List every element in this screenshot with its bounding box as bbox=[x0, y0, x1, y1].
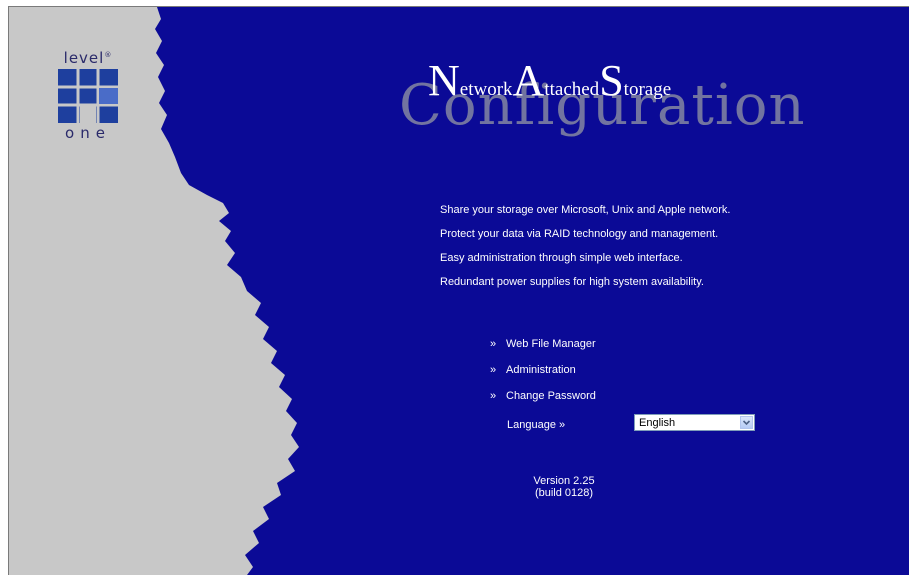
menu-link-web-file-manager[interactable]: » Web File Manager bbox=[490, 338, 596, 364]
product-title: Configuration NetworkAttachedStorage bbox=[399, 47, 859, 157]
menu-link-change-password[interactable]: » Change Password bbox=[490, 390, 596, 416]
version-info: Version 2.25 (build 0128) bbox=[499, 475, 629, 499]
menu-link-label: Administration bbox=[506, 364, 576, 376]
logo-word-level: level® bbox=[63, 49, 113, 67]
chevron-down-icon[interactable] bbox=[740, 416, 753, 429]
raquo-icon: » bbox=[490, 364, 497, 376]
version-number: Version 2.25 bbox=[533, 475, 595, 487]
menu-link-administration[interactable]: » Administration bbox=[490, 364, 596, 390]
build-number: (build 0128) bbox=[534, 487, 594, 499]
brand-logo: level® one bbox=[53, 47, 123, 141]
title-foreground: NetworkAttachedStorage bbox=[428, 56, 672, 105]
language-select-value: English bbox=[639, 417, 676, 429]
menu-link-label: Web File Manager bbox=[506, 338, 596, 350]
language-label: Language » bbox=[507, 419, 566, 431]
page-frame: level® one Configuration NetworkAttached… bbox=[8, 6, 909, 575]
feature-item: Redundant power supplies for high system… bbox=[440, 276, 704, 288]
levelone-logo-icon bbox=[58, 69, 118, 123]
raquo-icon: » bbox=[490, 390, 497, 402]
raquo-icon: » bbox=[490, 338, 497, 350]
logo-word-one: one bbox=[65, 124, 111, 142]
feature-item: Easy administration through simple web i… bbox=[440, 252, 683, 264]
feature-list: Share your storage over Microsoft, Unix … bbox=[440, 203, 730, 299]
main-menu: » Web File Manager » Administration » Chang… bbox=[490, 338, 596, 416]
feature-item: Protect your data via RAID technology an… bbox=[440, 228, 719, 240]
feature-item: Share your storage over Microsoft, Unix … bbox=[440, 204, 731, 216]
language-select[interactable]: English bbox=[634, 414, 755, 431]
menu-link-label: Change Password bbox=[506, 390, 596, 402]
